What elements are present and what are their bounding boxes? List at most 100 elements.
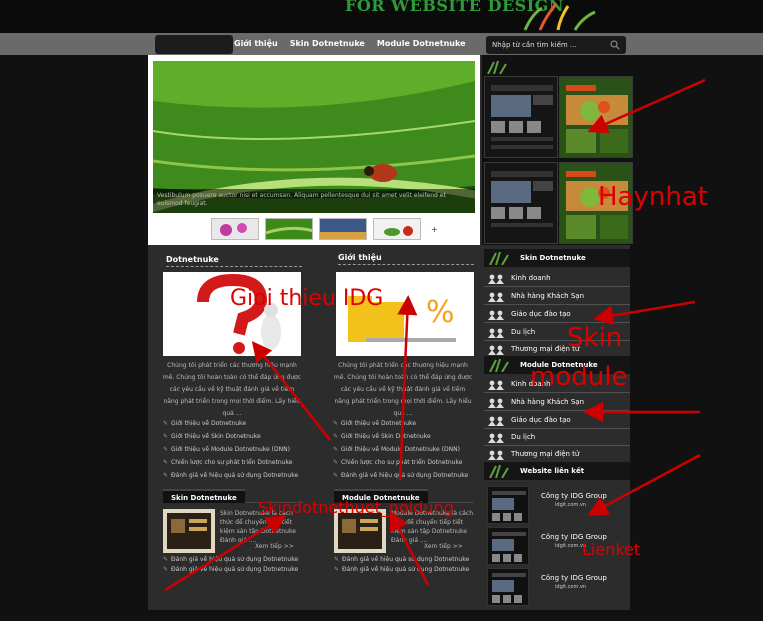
list-item[interactable]: ✎ Chiến lược cho sự phát triển Dotnetnuke [333,456,468,469]
bullet-icon: ✎ [333,433,339,440]
slider-image[interactable]: Vestibulum posuere auctor nisi et accums… [153,61,475,213]
list-item[interactable]: ✎ Đánh giá về hiệu quả sử dụng Dotnetnuke [163,555,298,565]
nav-item-skin[interactable]: Skin Dotnetnuke [290,39,365,48]
col1-image[interactable] [163,272,301,356]
people-icon [488,310,504,320]
bullet-icon: ✎ [333,420,339,427]
list-item[interactable]: ✎ Đánh giá về hiệu quả sử dụng Dotnetnuke [334,565,469,575]
sidebar-module-item[interactable]: Giáo dục đào tạo [484,412,630,429]
slider-thumb[interactable] [265,218,313,240]
leaf-icon [489,251,509,265]
bullet-icon: ✎ [334,556,340,563]
slider-thumbnails: + [211,218,438,240]
sidebar-module-item[interactable]: Du lịch [484,429,630,446]
bullet-icon: ✎ [163,556,169,563]
annotation-gioi-thieu: Gioi thieu IDG [230,286,384,311]
list-item[interactable]: ✎ Chiến lược cho sự phát triển Dotnetnuke [163,456,298,469]
partner-url: idgit.com.vn [555,584,587,590]
list-item[interactable]: ✎ Giới thiệu về Dotnetnuke [163,417,298,430]
annotation-module: module [530,362,628,392]
people-icon [488,416,504,426]
people-icon [488,380,504,390]
skin-preview[interactable] [559,76,633,158]
slider-thumb[interactable] [319,218,367,240]
module-block-links: ✎ Đánh giá về hiệu quả sử dụng Dotnetnuke… [334,555,469,575]
nav-item-module[interactable]: Module Dotnetnuke [377,39,466,48]
people-icon [488,328,504,338]
col2-links: ✎ Giới thiệu về Dotnetnuke ✎ Giới thiệu về… [333,417,468,482]
slider-caption: Vestibulum posuere auctor nisi et accums… [153,189,475,213]
col1-description: Chúng tôi phát triển các thương hiệu mạn… [162,362,302,417]
leaf-decoration-icon [523,3,596,31]
leaf-icon [489,358,509,372]
nav-item-gioi-thieu[interactable]: Giới thiệu [234,39,278,48]
slider-thumb[interactable] [211,218,259,240]
annotation-skin-noidung: Skindotnethuet_noidung [258,498,454,517]
annotation-haynhat: Haynhat [598,182,708,212]
sidebar-skin-title: Skin Dotnetnuke [520,254,586,262]
list-item[interactable]: ✎ Đánh giá về hiệu quả sử dụng Dotnetnuke [163,469,298,482]
people-icon [488,345,504,355]
leaf-icon [489,464,509,478]
bullet-icon: ✎ [333,472,339,479]
sidebar-links-title: Website liên kết [520,467,585,475]
list-item[interactable]: ✎ Giới thiệu về Dotnetnuke [333,417,468,430]
sidebar-module-item[interactable]: Thương mại điện tử [484,446,630,463]
bullet-icon: ✎ [163,566,169,573]
search-input[interactable] [492,38,604,52]
partner-link[interactable]: Công ty IDG Group idgit.com.vn [484,486,630,526]
sidebar-skin-item[interactable]: Nhà hàng Khách Sạn [484,288,630,305]
list-item[interactable]: ✎ Giới thiệu về Skin Dotnetnuke [163,430,298,443]
sidebar-skin-header: Skin Dotnetnuke [484,249,630,267]
folder-figure: % [336,272,474,356]
list-item[interactable]: ✎ Giới thiệu về Module Dotnetnuke (DNN) [163,443,298,456]
col1-links: ✎ Giới thiệu về Dotnetnuke ✎ Giới thiệu về… [163,417,298,482]
sidebar-skin-item[interactable]: Giáo dục đào tạo [484,306,630,323]
col1-title: Dotnetnuke [166,255,302,267]
sidebar-module-item[interactable]: Nhà hàng Khách Sạn [484,394,630,411]
list-item[interactable]: ✎ Đánh giá về hiệu quả sử dụng Dotnetnuke [333,469,468,482]
slider-more-icon[interactable]: + [431,225,438,234]
skin-block-image[interactable] [163,509,215,553]
list-item[interactable]: ✎ Đánh giá về hiệu quả sử dụng Dotnetnuke [334,555,469,565]
main-menu: Giới thiệu Skin Dotnetnuke Module Dotnet… [234,39,466,48]
list-item[interactable]: ✎ Đánh giá về hiệu quả sử dụng Dotnetnuke [163,565,298,575]
bullet-icon: ✎ [163,420,169,427]
partner-url: idgit.com.vn [555,502,587,508]
module-block-more-link[interactable]: Xem tiếp >> [424,543,463,550]
col2-image[interactable]: % [336,272,474,356]
partner-link[interactable]: Công ty IDG Group idgit.com.vn [484,568,630,608]
question-mark-figure [163,272,301,356]
list-item[interactable]: ✎ Giới thiệu về Skin Dotnetnuke [333,430,468,443]
people-icon [488,398,504,408]
skin-block-links: ✎ Đánh giá về hiệu quả sử dụng Dotnetnuke… [163,555,298,575]
list-item[interactable]: ✎ Giới thiệu về Module Dotnetnuke (DNN) [333,443,468,456]
skin-preview[interactable] [484,162,558,244]
bullet-icon: ✎ [163,446,169,453]
partner-name: Công ty IDG Group [541,492,607,500]
partner-thumbnail [487,527,529,565]
nav-home-block[interactable] [155,35,233,54]
bullet-icon: ✎ [163,459,169,466]
bullet-icon: ✎ [163,472,169,479]
annotation-lienket: Lienket [582,540,641,559]
bullet-icon: ✎ [163,433,169,440]
search-box [486,36,626,54]
leaf-icon [487,60,507,74]
svg-text:%: % [426,295,455,330]
partner-thumbnail [487,486,529,524]
skin-block-more-link[interactable]: Xem tiếp >> [255,543,294,550]
search-icon[interactable] [610,40,620,50]
sidebar-links-header: Website liên kết [484,462,630,480]
people-icon [488,433,504,443]
people-icon [488,274,504,284]
col2-title: Giới thiệu [338,253,474,265]
col2-description: Chúng tôi phát triển các thương hiệu mạn… [333,362,473,417]
sidebar-skin-item[interactable]: Kinh doanh [484,270,630,287]
bullet-icon: ✎ [334,566,340,573]
bullet-icon: ✎ [333,459,339,466]
skin-block-title: Skin Dotnetnuke [163,489,245,503]
slider-thumb[interactable] [373,218,421,240]
people-icon [488,292,504,302]
skin-preview[interactable] [484,76,558,158]
